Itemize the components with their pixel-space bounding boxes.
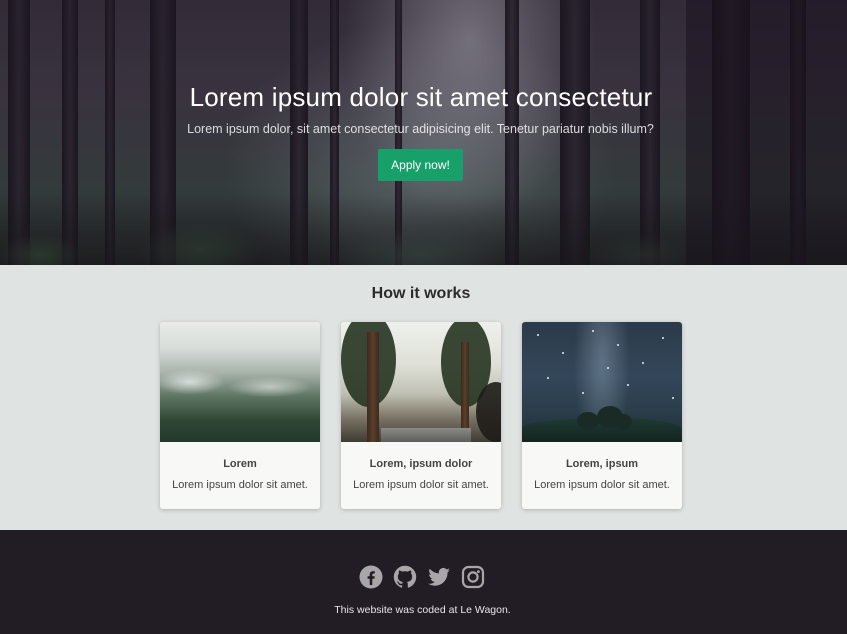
card-text: Lorem ipsum dolor sit amet. bbox=[353, 479, 489, 491]
card-text: Lorem ipsum dolor sit amet. bbox=[534, 479, 670, 491]
card-title: Lorem, ipsum bbox=[565, 458, 639, 470]
card-title: Lorem, ipsum dolor bbox=[369, 458, 473, 470]
foggy-forest-image bbox=[160, 322, 320, 442]
github-icon[interactable] bbox=[393, 565, 417, 589]
twitter-icon[interactable] bbox=[427, 565, 451, 589]
social-links bbox=[359, 565, 485, 589]
footer: This website was coded at Le Wagon. bbox=[0, 530, 847, 634]
apply-now-button[interactable]: Apply now! bbox=[378, 149, 463, 181]
forest-road-image bbox=[341, 322, 501, 442]
how-it-works-section: How it works Lorem Lorem ipsum dolor sit… bbox=[0, 265, 847, 530]
hero-content: Lorem ipsum dolor sit amet consectetur L… bbox=[0, 82, 847, 181]
footer-credit: This website was coded at Le Wagon. bbox=[334, 604, 511, 616]
hero-banner: Lorem ipsum dolor sit amet consectetur L… bbox=[0, 0, 847, 265]
starry-sky-image bbox=[522, 322, 682, 442]
cards-row: Lorem Lorem ipsum dolor sit amet. Lorem,… bbox=[160, 322, 682, 509]
section-title: How it works bbox=[371, 285, 471, 302]
hero-subtitle: Lorem ipsum dolor, sit amet consectetur … bbox=[187, 122, 654, 136]
facebook-icon[interactable] bbox=[359, 565, 383, 589]
card-text: Lorem ipsum dolor sit amet. bbox=[172, 479, 308, 491]
card-2[interactable]: Lorem, ipsum dolor Lorem ipsum dolor sit… bbox=[341, 322, 501, 509]
card-title: Lorem bbox=[223, 458, 257, 470]
card-3[interactable]: Lorem, ipsum Lorem ipsum dolor sit amet. bbox=[522, 322, 682, 509]
card-1[interactable]: Lorem Lorem ipsum dolor sit amet. bbox=[160, 322, 320, 509]
instagram-icon[interactable] bbox=[461, 565, 485, 589]
hero-title: Lorem ipsum dolor sit amet consectetur bbox=[189, 82, 653, 112]
